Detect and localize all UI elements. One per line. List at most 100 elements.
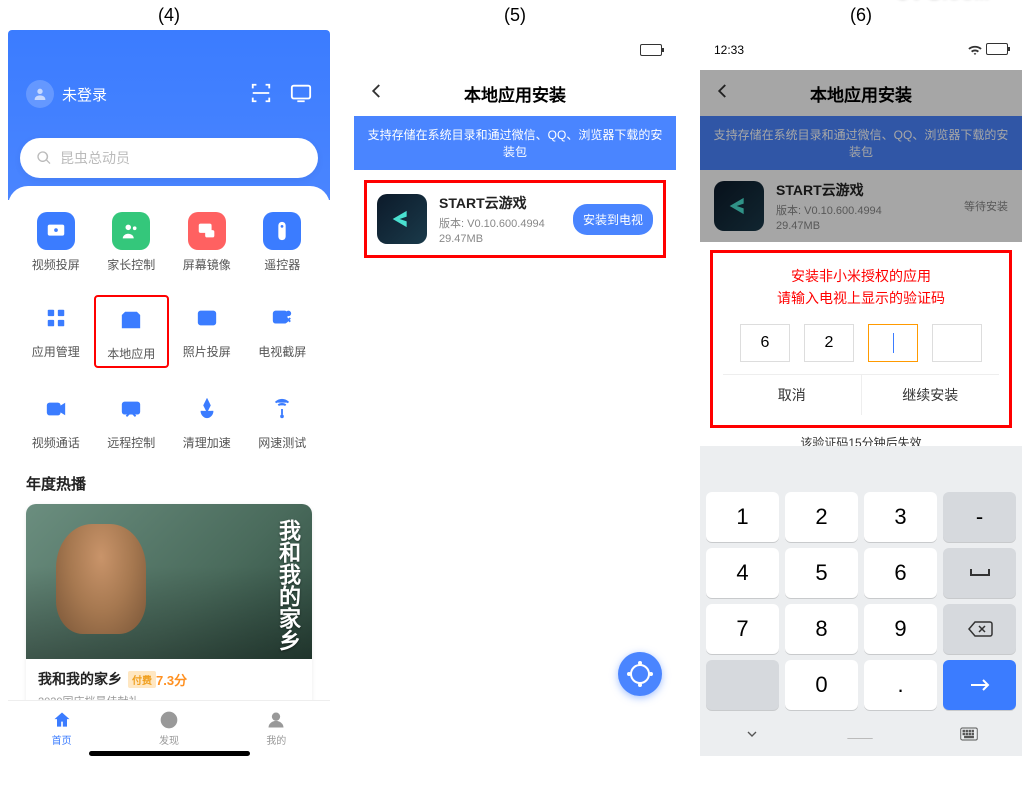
key-0[interactable]: 0 [785,660,858,710]
tab-label: 我的 [266,732,286,747]
key-dot[interactable]: . [864,660,937,710]
featured-card[interactable]: 我和我的家乡 我和我的家乡 付费 7.3分 2020国庆档最佳献礼 [26,504,312,719]
key-space[interactable] [943,548,1016,598]
grid-label: 遥控器 [264,256,300,273]
phone-screen-6: 12:33 本地应用安装 支持存储在系统目录和通过微信、QQ、浏览器下载的安装包 [700,30,1022,786]
home-indicator [89,751,250,756]
app-version: 版本: V0.10.600.4994 [439,215,573,231]
app-name: START云游戏 [776,180,964,200]
tab-bar: 首页 发现 我的 [8,700,330,756]
fab-button[interactable] [618,652,662,696]
app-name: START云游戏 [439,193,573,213]
key-enter[interactable] [943,660,1016,710]
grid-label: 清理加速 [183,434,231,451]
app-version: 版本: V0.10.600.4994 [776,202,964,218]
tab-label: 首页 [52,732,72,747]
nav-separator: ⸺ [847,724,874,748]
key-empty[interactable] [706,660,779,710]
key-minus[interactable]: - [943,492,1016,542]
tab-home[interactable]: 首页 [8,701,115,756]
hint-banner: 支持存储在系统目录和通过微信、QQ、浏览器下载的安装包 [700,116,1022,170]
search-placeholder: 昆虫总动员 [60,148,130,168]
grid-label: 网速测试 [258,434,306,451]
grid-parental[interactable]: 家长控制 [94,208,170,277]
app-row[interactable]: START云游戏 版本: V0.10.600.4994 29.47MB 安装到电… [364,180,666,258]
grid-local-app[interactable]: 本地应用 [94,295,170,368]
grid-video-call[interactable]: 视频通话 [18,386,94,455]
continue-button[interactable]: 继续安装 [862,375,1000,415]
key-2[interactable]: 2 [785,492,858,542]
key-9[interactable]: 9 [864,604,937,654]
grid-mirror[interactable]: 屏幕镜像 [169,208,245,277]
grid-speed-test[interactable]: 网速测试 [245,386,321,455]
grid-label: 应用管理 [32,343,80,360]
grid-remote[interactable]: 遥控器 [245,208,321,277]
key-6[interactable]: 6 [864,548,937,598]
status-bar [354,30,676,70]
tab-mine[interactable]: 我的 [223,701,330,756]
app-icon [714,181,764,231]
system-nav-bar: ⸺ [700,716,1022,756]
status-bar: 12:33 [700,30,1022,70]
grid-remote-control[interactable]: 远程控制 [94,386,170,455]
grid-label: 视频通话 [32,434,80,451]
page-title: 本地应用安装 [464,81,566,106]
dialog-title-2: 请输入电视上显示的验证码 [723,287,999,309]
grid-video-cast[interactable]: 视频投屏 [18,208,94,277]
phone-screen-4: 未登录 昆虫总动员 视频投屏 家长控制 [8,30,330,786]
grid-app-manage[interactable]: 应用管理 [18,295,94,368]
battery-icon [986,43,1008,55]
page-header: 本地应用安装 [354,70,676,116]
install-status: 等待安装 [964,198,1008,214]
code-digit-4[interactable] [932,324,982,362]
status-time: 12:33 [714,43,744,57]
install-button[interactable]: 安装到电视 [573,204,653,235]
key-backspace[interactable] [943,604,1016,654]
page-title: 本地应用安装 [810,81,912,106]
app-header: 未登录 昆虫总动员 [8,30,330,200]
nav-hide-keyboard[interactable] [744,726,760,747]
avatar-icon [26,80,54,108]
key-5[interactable]: 5 [785,548,858,598]
pay-tag: 付费 [128,671,156,688]
grid-photo-cast[interactable]: 照片投屏 [169,295,245,368]
tab-discover[interactable]: 发现 [115,701,222,756]
tv-icon[interactable] [290,82,312,110]
grid-label: 视频投屏 [32,256,80,273]
grid-label: 家长控制 [107,256,155,273]
poster-title-overlay: 我和我的家乡 [272,519,304,651]
code-digit-2[interactable]: 2 [804,324,854,362]
step-label-4: (4) [8,0,330,30]
key-3[interactable]: 3 [864,492,937,542]
code-digit-3[interactable] [868,324,918,362]
app-icon [377,194,427,244]
grid-label: 照片投屏 [183,343,231,360]
grid-label: 本地应用 [107,345,155,362]
card-rating: 7.3分 [156,670,187,689]
back-icon[interactable] [714,80,732,106]
grid-label: 屏幕镜像 [183,256,231,273]
key-8[interactable]: 8 [785,604,858,654]
search-input[interactable]: 昆虫总动员 [20,138,318,178]
tab-label: 发现 [159,732,179,747]
app-row: START云游戏 版本: V0.10.600.4994 29.47MB 等待安装 [700,170,1022,242]
nav-ime-switch[interactable] [960,727,978,746]
phone-screen-5: 本地应用安装 支持存储在系统目录和通过微信、QQ、浏览器下载的安装包 START… [354,30,676,786]
page-header: 本地应用安装 [700,70,1022,116]
grid-label: 远程控制 [107,434,155,451]
key-7[interactable]: 7 [706,604,779,654]
login-label: 未登录 [62,84,107,105]
code-digit-1[interactable]: 6 [740,324,790,362]
key-1[interactable]: 1 [706,492,779,542]
scan-icon[interactable] [250,82,272,110]
step-label-5: (5) [354,0,676,30]
grid-tv-screenshot[interactable]: 电视截屏 [245,295,321,368]
key-4[interactable]: 4 [706,548,779,598]
card-title: 我和我的家乡 [38,669,122,689]
dialog-title-1: 安装非小米授权的应用 [723,265,999,287]
cancel-button[interactable]: 取消 [723,375,862,415]
back-icon[interactable] [368,80,386,106]
grid-cleanup[interactable]: 清理加速 [169,386,245,455]
card-poster: 我和我的家乡 [26,504,312,659]
section-annual: 年度热播 [26,473,320,494]
